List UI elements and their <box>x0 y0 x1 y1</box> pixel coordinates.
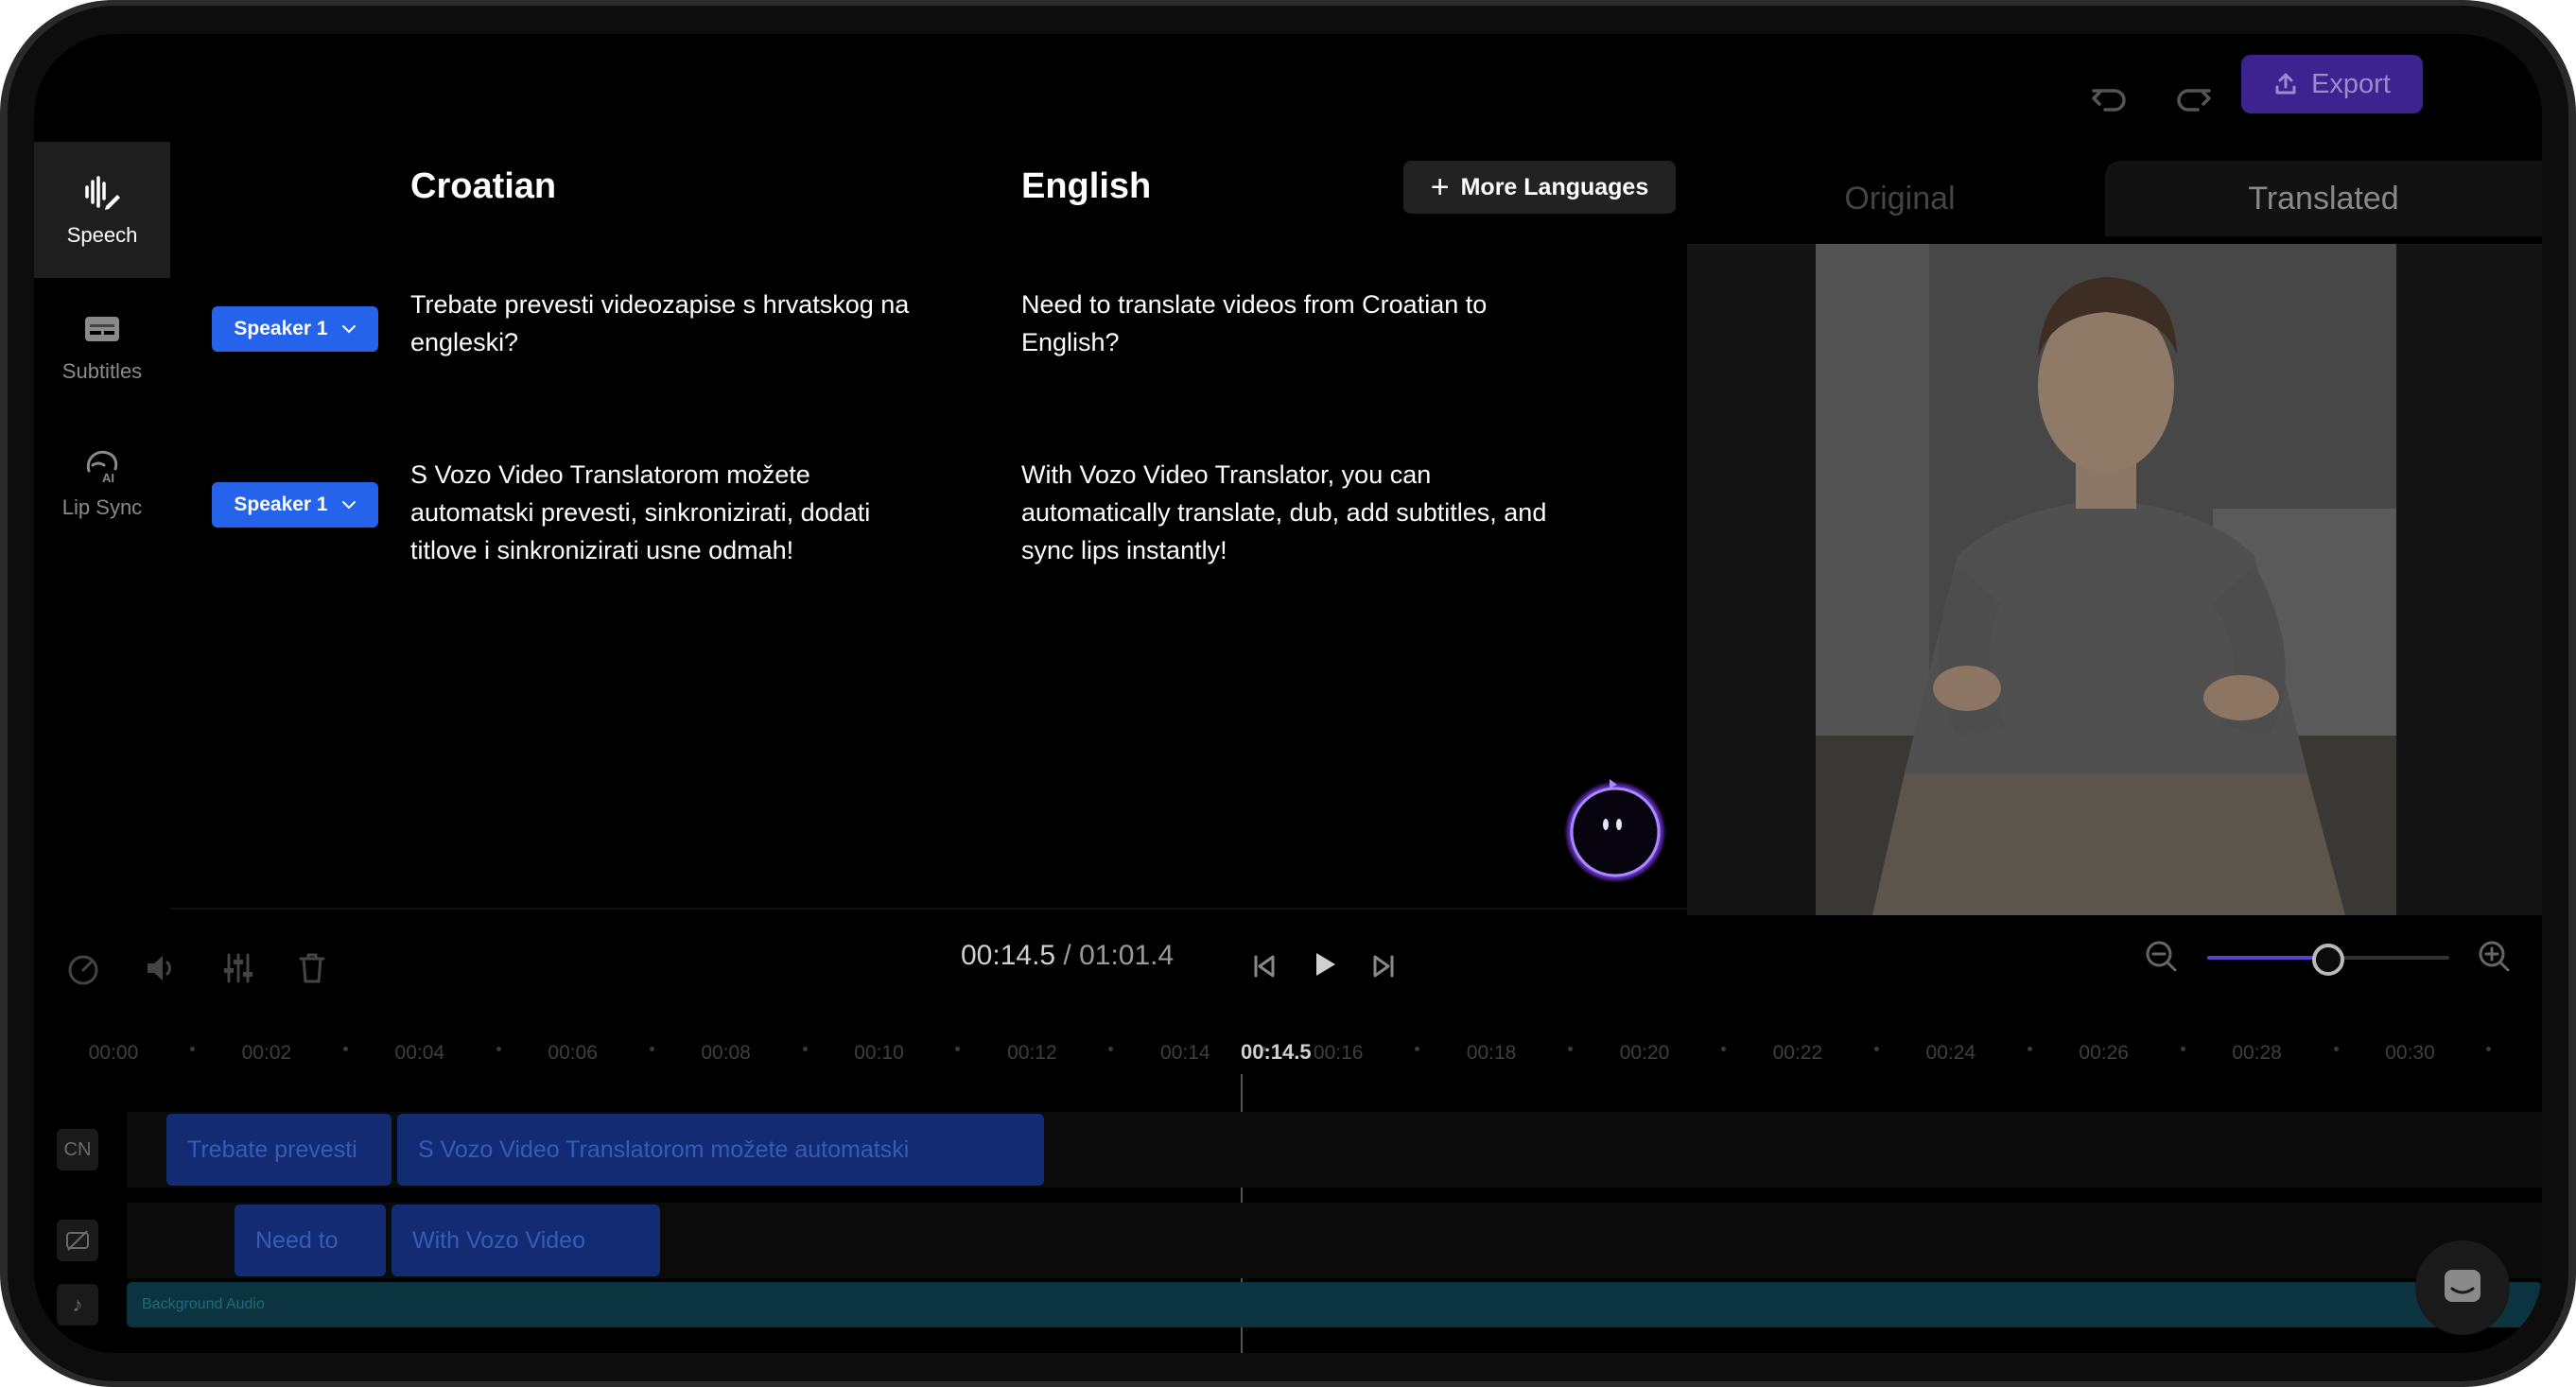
app-screen: Export Speech Subtitles AI Lip Sync Croa… <box>34 34 2542 1353</box>
undo-icon[interactable] <box>2086 76 2133 123</box>
zoom-out-icon[interactable] <box>2143 938 2181 976</box>
subtitles-off-icon <box>66 1230 89 1251</box>
skip-forward-icon[interactable] <box>1366 947 1403 985</box>
export-label: Export <box>2311 68 2391 99</box>
ruler-tick-label: 00:14 <box>1160 1042 1210 1064</box>
redo-icon[interactable] <box>2169 76 2217 123</box>
speaker-label: Speaker 1 <box>234 318 328 339</box>
background-audio-label: Background Audio <box>142 1296 265 1312</box>
speaker-video-image <box>1816 244 2396 915</box>
target-clip[interactable]: Need to <box>235 1205 386 1276</box>
ruler-tick-label: 00:10 <box>854 1042 904 1064</box>
ruler-tick-label: 00:00 <box>88 1042 139 1064</box>
zoom-slider-handle[interactable] <box>2312 944 2344 976</box>
zoom-in-icon[interactable] <box>2476 938 2514 976</box>
target-segment-text[interactable]: With Vozo Video Translator, you can auto… <box>1021 456 1551 569</box>
ruler-tick-dot <box>189 1047 195 1051</box>
ruler-tick-label: 00:06 <box>548 1042 598 1064</box>
ruler-tick-dot <box>2486 1047 2492 1051</box>
more-languages-label: More Languages <box>1460 173 1649 200</box>
tab-translated[interactable]: Translated <box>2105 161 2542 236</box>
source-track-label: CN <box>57 1129 98 1170</box>
ruler-tick-label: 00:22 <box>1772 1042 1823 1064</box>
source-segment-text[interactable]: Trebate prevesti videozapise s hrvatskog… <box>410 286 940 361</box>
export-button[interactable]: Export <box>2241 55 2423 113</box>
ruler-tick-label: 00:16 <box>1313 1042 1364 1064</box>
ruler-tick-label: 00:20 <box>1619 1042 1670 1064</box>
ruler-tick-label: 00:28 <box>2232 1042 2282 1064</box>
source-clip[interactable]: S Vozo Video Translatorom možete automat… <box>397 1114 1044 1186</box>
speaker-label: Speaker 1 <box>234 494 328 515</box>
target-clip[interactable]: With Vozo Video <box>392 1205 660 1276</box>
source-language-title: Croatian <box>410 166 557 206</box>
ruler-tick-dot <box>1108 1047 1114 1051</box>
ruler-tick-dot <box>802 1047 808 1051</box>
skip-back-icon[interactable] <box>1244 947 1282 985</box>
assistant-orb-icon[interactable] <box>1560 773 1670 883</box>
ruler-tick-dot <box>1415 1047 1420 1051</box>
ruler-tick-dot <box>2180 1047 2185 1051</box>
mixer-icon[interactable] <box>219 949 257 987</box>
ruler-tick-dot <box>496 1047 501 1051</box>
sidebar-item-speech[interactable]: Speech <box>34 142 170 278</box>
chat-icon <box>2445 1270 2480 1302</box>
target-segment-text[interactable]: Need to translate videos from Croatian t… <box>1021 286 1551 361</box>
chevron-down-icon <box>341 325 356 334</box>
zoom-slider-fill <box>2207 956 2328 960</box>
ruler-tick-label: 00:18 <box>1466 1042 1517 1064</box>
ruler-tick-dot <box>955 1047 961 1051</box>
ruler-tick-label: 00:26 <box>2079 1042 2129 1064</box>
upload-icon <box>2275 73 2296 95</box>
volume-icon[interactable] <box>142 949 180 987</box>
source-segment-text[interactable]: S Vozo Video Translatorom možete automat… <box>410 456 940 569</box>
plus-icon: + <box>1430 169 1450 205</box>
ruler-tick-dot <box>1873 1047 1879 1051</box>
ruler-tick-label: 00:08 <box>701 1042 751 1064</box>
video-frame[interactable] <box>1816 244 2396 915</box>
ruler-tick-label: 00:24 <box>1925 1042 1976 1064</box>
more-languages-button[interactable]: + More Languages <box>1403 161 1676 214</box>
chat-support-button[interactable] <box>2415 1240 2510 1335</box>
speaker-select[interactable]: Speaker 1 <box>212 306 378 352</box>
ruler-tick-label: 00:12 <box>1007 1042 1057 1064</box>
editor-divider <box>170 908 1687 910</box>
timecode: 00:14.5 / 01:01.4 <box>961 940 1174 972</box>
speed-icon[interactable] <box>64 949 102 987</box>
sidebar-item-label: Speech <box>66 223 138 247</box>
sidebar-item-lip-sync[interactable]: AI Lip Sync <box>34 414 170 550</box>
total-time: / 01:01.4 <box>1055 940 1175 971</box>
ruler-tick-dot <box>342 1047 348 1051</box>
ruler-tick-dot <box>2333 1047 2339 1051</box>
music-note-icon: ♪ <box>72 1292 83 1316</box>
svg-text:AI: AI <box>102 471 114 485</box>
target-track-label <box>57 1220 98 1261</box>
play-icon[interactable] <box>1305 945 1343 983</box>
source-clip[interactable]: Trebate prevesti <box>166 1114 392 1186</box>
ruler-tick-dot <box>2027 1047 2032 1051</box>
playhead-time: 00:14.5 <box>1241 1040 1312 1064</box>
waveform-pen-icon <box>85 176 120 210</box>
current-time: 00:14.5 <box>961 940 1056 971</box>
ruler-tick-dot <box>1568 1047 1574 1051</box>
ruler-tick-label: 00:30 <box>2385 1042 2435 1064</box>
speaker-select[interactable]: Speaker 1 <box>212 482 378 528</box>
background-audio-track[interactable]: Background Audio <box>127 1282 2542 1327</box>
sidebar-item-label: Lip Sync <box>61 495 143 519</box>
ruler-tick-dot <box>1720 1047 1726 1051</box>
sidebar-item-label: Subtitles <box>61 359 143 383</box>
chevron-down-icon <box>341 501 356 510</box>
ruler-tick-dot <box>649 1047 654 1051</box>
target-language-title: English <box>1021 166 1152 206</box>
audio-track-label: ♪ <box>57 1284 98 1326</box>
tab-original[interactable]: Original <box>1687 161 2113 236</box>
ruler-tick-label: 00:02 <box>241 1042 292 1064</box>
ruler-tick-label: 00:04 <box>394 1042 445 1064</box>
sidebar-item-subtitles[interactable]: Subtitles <box>34 278 170 414</box>
subtitles-icon <box>85 317 119 341</box>
trash-icon[interactable] <box>293 949 331 987</box>
ai-head-icon: AI <box>86 450 118 485</box>
